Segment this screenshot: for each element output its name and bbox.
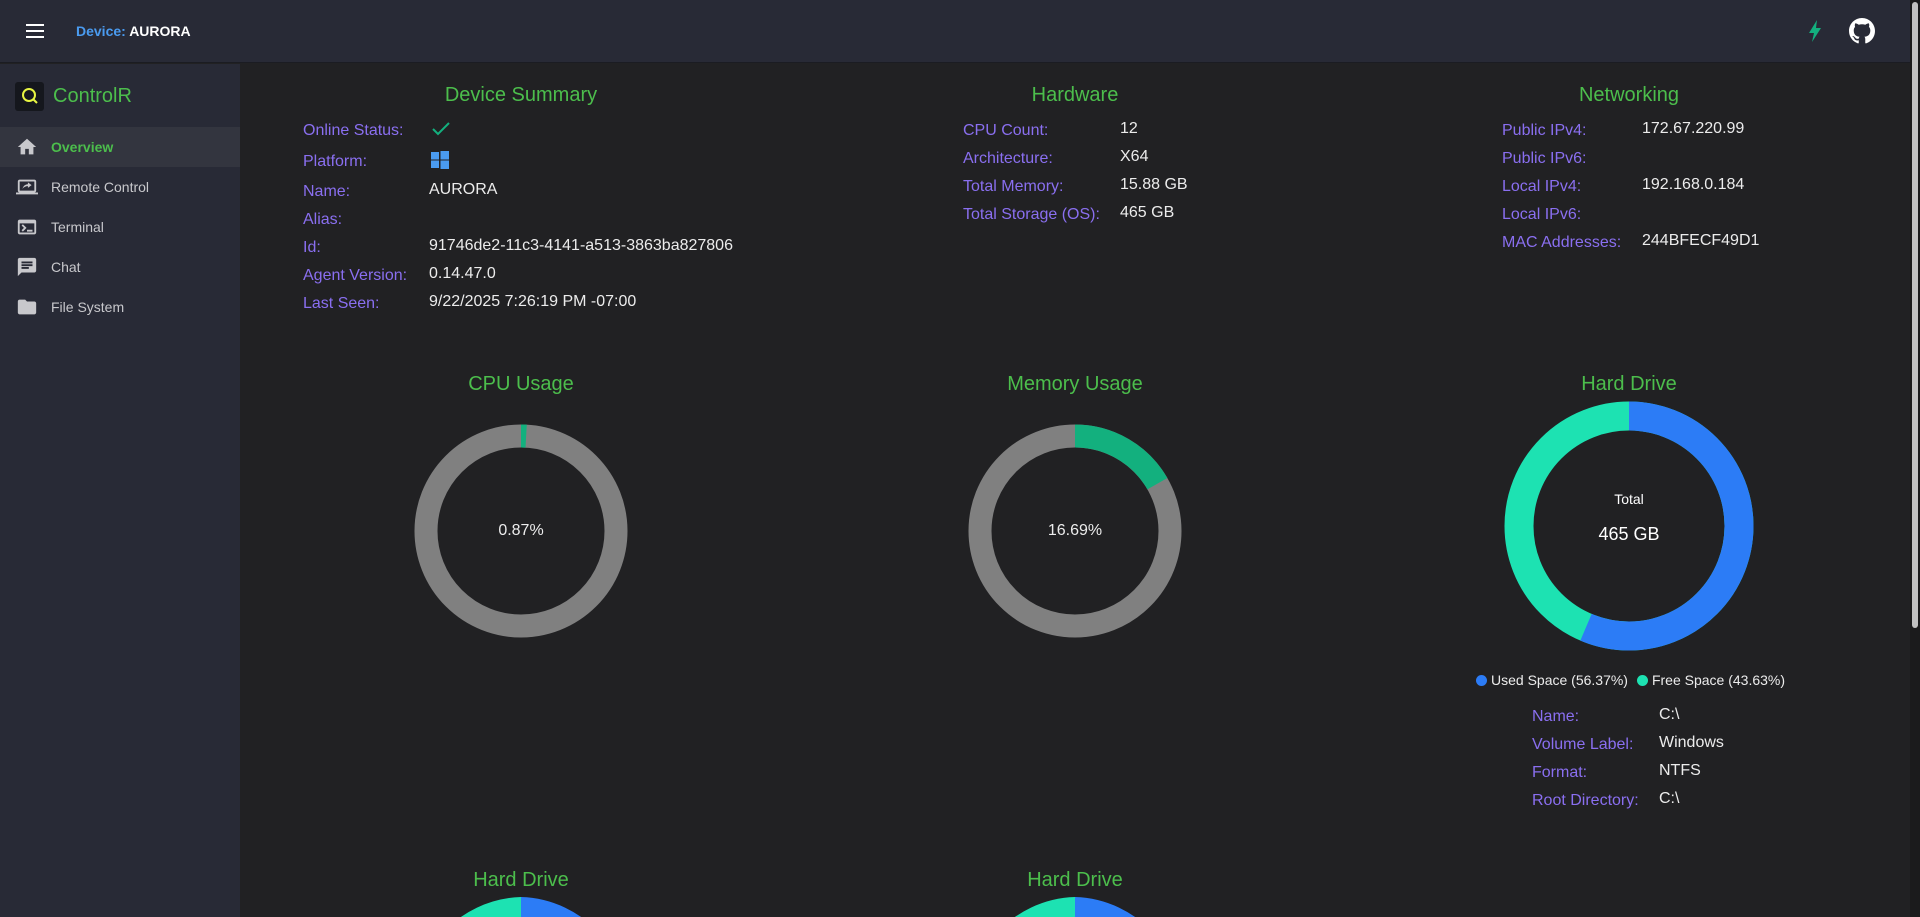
mac-addresses-label: MAC Addresses: — [1502, 234, 1622, 251]
drive-name-value: C:\ — [1659, 706, 1680, 723]
sidebar-item-label: Remote Control — [51, 179, 150, 195]
device-label: Device: AURORA — [76, 23, 191, 39]
sidebar-item-chat[interactable]: Chat — [0, 247, 240, 287]
device-summary-title: Device Summary — [444, 84, 598, 106]
networking-info: Public IPv4: 172.67.220.99 Public IPv6: … — [1502, 120, 1802, 262]
sidebar-item-label: Chat — [51, 259, 81, 275]
last-seen-label: Last Seen: — [303, 295, 380, 312]
menu-icon[interactable] — [22, 18, 48, 44]
architecture-label: Architecture: — [963, 150, 1053, 167]
hard-drive-3-title: Hard Drive — [1027, 869, 1123, 891]
memory-usage-value: 16.69% — [1047, 522, 1103, 539]
hard-drive-2-title: Hard Drive — [473, 869, 569, 891]
root-directory-label: Root Directory: — [1532, 792, 1639, 809]
format-label: Format: — [1532, 764, 1588, 781]
total-storage-value: 465 GB — [1120, 204, 1175, 221]
platform-label: Platform: — [303, 153, 368, 170]
root-directory-value: C:\ — [1659, 790, 1680, 807]
hard-drive-3-used-arc — [1075, 897, 1136, 917]
name-value: AURORA — [429, 181, 498, 198]
hardware-title: Hardware — [1031, 84, 1119, 106]
cpu-count-label: CPU Count: — [963, 122, 1049, 139]
hard-drive-title: Hard Drive — [1581, 373, 1677, 395]
bolt-icon[interactable] — [1804, 18, 1826, 44]
cpu-count-value: 12 — [1120, 120, 1138, 137]
sidebar-item-terminal[interactable]: Terminal — [0, 207, 240, 247]
sidebar-item-label: Terminal — [51, 219, 104, 235]
app-bar: Device: AURORA — [0, 0, 1910, 63]
used-dot — [1476, 674, 1487, 686]
hard-drive-total-label: Total — [1614, 491, 1644, 507]
cpu-usage-value: 0.87% — [498, 522, 544, 539]
sidebar-item-label: File System — [51, 299, 125, 315]
last-seen-value: 9/22/2025 7:26:19 PM -07:00 — [429, 293, 637, 310]
architecture-value: X64 — [1120, 148, 1149, 165]
networking-title: Networking — [1578, 84, 1680, 106]
total-storage-label: Total Storage (OS): — [963, 206, 1100, 223]
hard-drive-2-used-arc — [521, 897, 582, 917]
device-key: Device: — [76, 23, 126, 39]
online-status-label: Online Status: — [303, 122, 404, 139]
legend-used-label: Used Space (56.37%) — [1491, 672, 1628, 688]
hard-drive-total-value: 465 GB — [1598, 524, 1660, 544]
hard-drive-3-donut — [1014, 897, 1136, 917]
local-ipv4-value: 192.168.0.184 — [1642, 176, 1745, 193]
sidebar-item-file-system[interactable]: File System — [0, 287, 240, 327]
id-value: 91746de2-11c3-4141-a513-3863ba827806 — [429, 237, 733, 254]
check-icon — [432, 122, 450, 136]
hardware-info: CPU Count: 12 Architecture: X64 Total Me… — [963, 120, 1263, 232]
device-summary: Online Status: Platform: Name: AURORA Al… — [303, 122, 763, 322]
local-ipv4-label: Local IPv4: — [1502, 178, 1582, 195]
free-dot — [1636, 674, 1648, 686]
terminal-icon — [15, 215, 39, 239]
alias-label: Alias: — [303, 211, 343, 228]
memory-usage-title: Memory Usage — [1007, 373, 1143, 395]
public-ipv4-value: 172.67.220.99 — [1642, 120, 1745, 137]
sidebar-item-remote-control[interactable]: Remote Control — [0, 167, 240, 207]
folder-icon — [15, 295, 39, 319]
drive-name-label: Name: — [1532, 708, 1580, 725]
hard-drive-3-free-arc — [1014, 897, 1075, 917]
name-label: Name: — [303, 183, 351, 200]
volume-label-value: Windows — [1659, 734, 1724, 751]
legend-used[interactable]: Used Space (56.37%) — [1476, 672, 1628, 688]
format-value: NTFS — [1659, 762, 1701, 779]
windows-icon — [431, 151, 449, 169]
local-ipv6-label: Local IPv6: — [1502, 206, 1582, 223]
public-ipv4-label: Public IPv4: — [1502, 122, 1587, 139]
hard-drive-details: Name: C:\ Volume Label: Windows Format: … — [1532, 706, 1792, 818]
agent-version-label: Agent Version: — [303, 267, 408, 284]
agent-version-value: 0.14.47.0 — [429, 265, 496, 282]
chat-icon — [15, 255, 39, 279]
remote-screen-icon — [15, 175, 39, 199]
home-icon — [15, 135, 39, 159]
id-label: Id: — [303, 239, 321, 256]
total-memory-value: 15.88 GB — [1120, 176, 1188, 193]
brand-name: ControlR — [53, 84, 132, 107]
sidebar-item-label: Overview — [51, 139, 114, 155]
public-ipv6-label: Public IPv6: — [1502, 150, 1587, 167]
sidebar-item-overview[interactable]: Overview — [0, 127, 240, 167]
legend-free[interactable]: Free Space (43.63%) — [1636, 672, 1786, 688]
sidebar: ControlR Overview Remote Control Termina… — [0, 64, 240, 917]
legend-free-label: Free Space (43.63%) — [1651, 672, 1786, 688]
volume-label-label: Volume Label: — [1532, 736, 1634, 753]
brand[interactable]: ControlR — [15, 79, 132, 113]
sidebar-nav: Overview Remote Control Terminal Chat Fi… — [0, 127, 240, 327]
controlr-logo-icon — [15, 81, 44, 111]
hard-drive-legend: Used Space (56.37%) Free Space (43.63%) — [1476, 672, 1794, 688]
cpu-usage-title: CPU Usage — [468, 373, 574, 395]
scrollbar-thumb[interactable] — [1912, 2, 1918, 628]
hard-drive-2-free-arc — [460, 897, 521, 917]
device-name: AURORA — [129, 23, 191, 39]
total-memory-label: Total Memory: — [963, 178, 1064, 195]
mac-addresses-value: 244BFECF49D1 — [1642, 232, 1760, 249]
hard-drive-2-donut — [460, 897, 582, 917]
github-icon[interactable] — [1849, 18, 1875, 44]
